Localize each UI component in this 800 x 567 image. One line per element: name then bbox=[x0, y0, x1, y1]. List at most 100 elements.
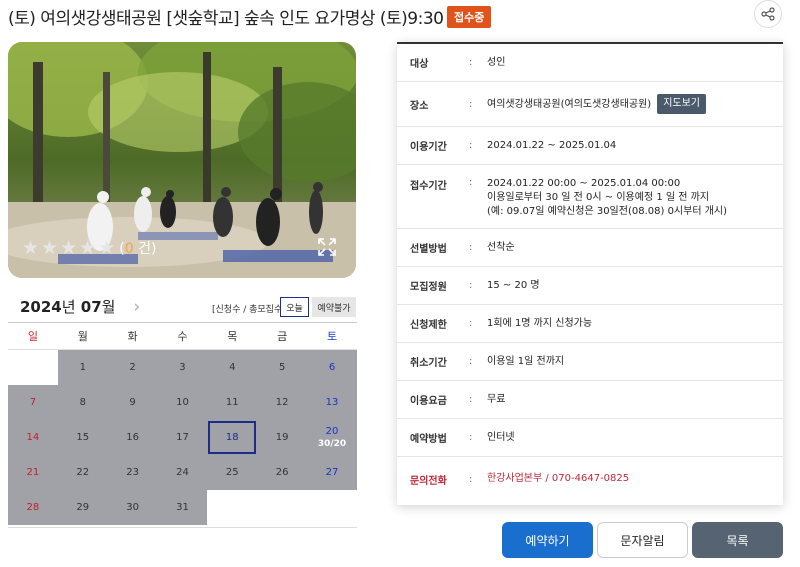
calendar-day[interactable]: 30 bbox=[107, 489, 158, 525]
calendar-day[interactable]: 8 bbox=[57, 384, 108, 420]
day-number: 20 bbox=[325, 425, 339, 437]
info-value-line: 2024.01.22 ~ 2025.01.04 bbox=[487, 139, 617, 151]
info-value: 1회에 1명 까지 신청가능 bbox=[487, 317, 783, 331]
day-number: 31 bbox=[176, 501, 189, 513]
day-count: 30/20 bbox=[317, 438, 347, 449]
day-number: 24 bbox=[176, 466, 189, 478]
chevron-right-icon[interactable]: › bbox=[133, 297, 140, 317]
info-colon: : bbox=[469, 57, 473, 68]
calendar-day[interactable]: 19 bbox=[257, 419, 308, 455]
status-badge: 접수중 bbox=[447, 6, 492, 28]
calendar-day[interactable]: 24 bbox=[157, 454, 208, 490]
info-row: 취소기간: 이용일 1일 전까지 bbox=[397, 343, 783, 381]
today-button[interactable]: 오늘 bbox=[280, 297, 309, 317]
info-value: 여의샛강생태공원(여의도샛강생태공원) 지도보기 bbox=[487, 94, 783, 114]
info-label: 접수기간 bbox=[410, 181, 447, 192]
info-label: 신청제한 bbox=[410, 320, 447, 331]
info-row: 모집정원: 15 ~ 20 명 bbox=[397, 267, 783, 305]
calendar-empty-cell bbox=[257, 489, 308, 525]
calendar-day[interactable]: 3 bbox=[157, 349, 208, 385]
calendar-day[interactable]: 11 bbox=[207, 384, 258, 420]
reserve-button[interactable]: 예약하기 bbox=[502, 522, 593, 558]
calendar-day[interactable]: 23 bbox=[107, 454, 158, 490]
info-label: 이용요금 bbox=[410, 396, 447, 407]
info-value-line: 선착순 bbox=[487, 241, 515, 253]
calendar-day[interactable]: 6 bbox=[307, 349, 357, 385]
calendar-day[interactable]: 7 bbox=[8, 384, 58, 420]
info-colon: : bbox=[469, 432, 473, 443]
calendar-day[interactable]: 31 bbox=[157, 489, 208, 525]
star-icon: ★ bbox=[22, 236, 40, 259]
calendar-day[interactable]: 14 bbox=[8, 419, 58, 455]
day-number: 2 bbox=[129, 361, 136, 373]
day-number: 7 bbox=[29, 396, 37, 408]
day-number: 21 bbox=[26, 466, 40, 478]
info-colon: : bbox=[469, 280, 473, 291]
info-value[interactable]: 한강사업본부 / 070-4647-0825 bbox=[487, 472, 783, 486]
info-row: 이용요금: 무료 bbox=[397, 381, 783, 419]
day-number: 27 bbox=[325, 466, 339, 478]
weekday-header: 토 bbox=[307, 322, 357, 350]
info-value-line: 무료 bbox=[487, 393, 506, 405]
info-value: 15 ~ 20 명 bbox=[487, 279, 783, 293]
calendar-day[interactable]: 1 bbox=[57, 349, 108, 385]
calendar-divider bbox=[8, 527, 357, 528]
day-number: 18 bbox=[225, 431, 239, 443]
calendar-day[interactable]: 20 30/20 bbox=[307, 419, 357, 455]
weekday-header: 금 bbox=[257, 322, 308, 350]
day-number: 9 bbox=[129, 396, 136, 408]
day-number: 11 bbox=[225, 396, 239, 408]
calendar-day[interactable]: 4 bbox=[207, 349, 258, 385]
info-row: 선별방법: 선착순 bbox=[397, 229, 783, 267]
calendar-empty-cell bbox=[8, 349, 58, 385]
list-button[interactable]: 목록 bbox=[692, 522, 783, 558]
rating: ★ ★ ★ ★ ★ (0 건) bbox=[22, 238, 156, 258]
calendar-day[interactable]: 16 bbox=[107, 419, 158, 455]
sms-alert-button[interactable]: 문자알림 bbox=[597, 522, 688, 558]
unavailable-legend: 예약불가 bbox=[312, 297, 356, 317]
calendar-day[interactable]: 10 bbox=[157, 384, 208, 420]
calendar-day[interactable]: 25 bbox=[207, 454, 258, 490]
calendar-day[interactable]: 9 bbox=[107, 384, 158, 420]
calendar-day[interactable]: 22 bbox=[57, 454, 108, 490]
calendar-day[interactable]: 21 bbox=[8, 454, 58, 490]
calendar-grid: 일 월 화 수 목 금 토 1 2 3 4 5 6 7 8 9 10 11 12 13 14 15 16 17 1… bbox=[8, 322, 357, 525]
weekday-header: 월 bbox=[57, 322, 108, 350]
map-view-button[interactable]: 지도보기 bbox=[657, 94, 707, 114]
calendar-day[interactable]: 15 bbox=[57, 419, 108, 455]
calendar-day[interactable]: 17 bbox=[157, 419, 208, 455]
calendar-day[interactable]: 13 bbox=[307, 384, 357, 420]
weekday-header: 일 bbox=[8, 322, 58, 350]
day-number: 25 bbox=[225, 466, 239, 478]
info-colon: : bbox=[469, 394, 473, 405]
calendar-empty-cell bbox=[307, 489, 357, 525]
info-value: 무료 bbox=[487, 393, 783, 407]
info-row: 이용기간: 2024.01.22 ~ 2025.01.04 bbox=[397, 127, 783, 165]
day-number: 16 bbox=[126, 431, 139, 443]
expand-icon[interactable] bbox=[318, 238, 336, 256]
calendar-day[interactable]: 26 bbox=[257, 454, 308, 490]
day-number: 6 bbox=[328, 361, 336, 373]
share-button[interactable] bbox=[754, 0, 782, 28]
calendar-day[interactable]: 2 bbox=[107, 349, 158, 385]
info-value: 성인 bbox=[487, 56, 783, 70]
calendar-day[interactable]: 12 bbox=[257, 384, 308, 420]
day-number: 15 bbox=[76, 431, 90, 443]
info-row: 예약방법: 인터넷 bbox=[397, 419, 783, 457]
star-icon: ★ bbox=[79, 236, 97, 259]
day-number: 19 bbox=[275, 431, 289, 443]
program-info-panel: 대상: 성인 장소: 여의샛강생태공원(여의도샛강생태공원) 지도보기 이용기간: 2024… bbox=[397, 42, 783, 505]
info-colon: : bbox=[469, 140, 473, 151]
info-value-text: 여의샛강생태공원(여의도샛강생태공원) bbox=[487, 99, 652, 110]
info-label: 예약방법 bbox=[410, 434, 447, 445]
calendar-day[interactable]: 28 bbox=[8, 489, 58, 525]
day-number: 12 bbox=[275, 396, 289, 408]
calendar-day[interactable]: 27 bbox=[307, 454, 357, 490]
calendar-day[interactable]: 18 bbox=[207, 419, 258, 455]
day-number: 8 bbox=[79, 396, 86, 408]
info-row: 문의전화: 한강사업본부 / 070-4647-0825 bbox=[397, 457, 783, 501]
day-number: 23 bbox=[126, 466, 139, 478]
info-row: 신청제한: 1회에 1명 까지 신청가능 bbox=[397, 305, 783, 343]
calendar-day[interactable]: 5 bbox=[257, 349, 308, 385]
calendar-day[interactable]: 29 bbox=[57, 489, 108, 525]
